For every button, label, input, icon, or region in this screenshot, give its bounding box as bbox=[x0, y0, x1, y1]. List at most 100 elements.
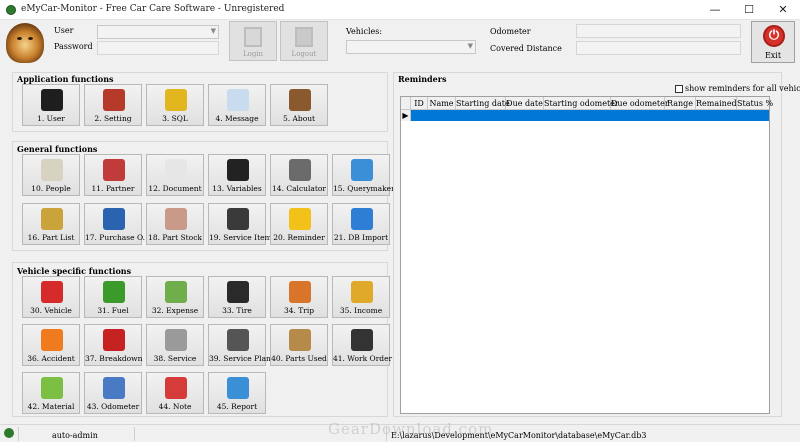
exit-button[interactable]: ⏻ Exit bbox=[751, 21, 795, 63]
column-header[interactable]: ID bbox=[411, 97, 428, 110]
group-title: General functions bbox=[17, 144, 98, 154]
column-header[interactable]: Due date bbox=[506, 97, 544, 110]
function-tile-tire[interactable]: 33. Tire bbox=[208, 276, 266, 318]
function-tile-envelope[interactable]: 4. Message bbox=[208, 84, 266, 126]
function-tile-user[interactable]: 1. User bbox=[22, 84, 80, 126]
fuel-pump-icon bbox=[103, 281, 125, 303]
calendar-note-icon bbox=[165, 377, 187, 399]
function-tile-price-tag[interactable]: 18. Part Stock bbox=[146, 203, 204, 245]
logout-label: Logout bbox=[291, 50, 317, 58]
tile-label: 35. Income bbox=[339, 306, 383, 315]
function-tile-fuel-pump[interactable]: 31. Fuel bbox=[84, 276, 142, 318]
tile-label: 41. Work Order bbox=[333, 354, 393, 363]
function-tile-money[interactable]: 32. Expense bbox=[146, 276, 204, 318]
gears-icon bbox=[165, 329, 187, 351]
close-button[interactable]: ✕ bbox=[766, 0, 800, 20]
ruler-pencil-icon bbox=[103, 377, 125, 399]
logout-icon bbox=[295, 27, 313, 47]
column-header[interactable]: Starting date bbox=[456, 97, 510, 110]
tile-label: 3. SQL bbox=[162, 114, 188, 123]
function-tile-terminal[interactable]: 13. Variables bbox=[208, 154, 266, 196]
tile-label: 36. Accident bbox=[27, 354, 75, 363]
tile-label: 12. Document bbox=[148, 184, 202, 193]
function-tile-shapes[interactable]: 15. Querymaker bbox=[332, 154, 395, 196]
password-field[interactable] bbox=[97, 41, 219, 55]
user-icon bbox=[41, 89, 63, 111]
tile-label: 42. Material bbox=[27, 402, 75, 411]
box-icon bbox=[41, 208, 63, 230]
tile-label: 38. Service bbox=[153, 354, 197, 363]
column-header[interactable]: Starting odometer bbox=[544, 97, 619, 110]
function-tile-traffic-cone[interactable]: 36. Accident bbox=[22, 324, 80, 366]
function-tile-pushpin[interactable]: 19. Service Item bbox=[208, 203, 272, 245]
selected-row-cells[interactable] bbox=[411, 110, 769, 121]
terminal-icon bbox=[227, 159, 249, 181]
logout-button[interactable]: Logout bbox=[280, 21, 328, 61]
function-tile-box[interactable]: 16. Part List bbox=[22, 203, 80, 245]
general-functions-group: General functions 10. People 11. Partner 1… bbox=[12, 141, 395, 251]
tire-icon bbox=[227, 281, 249, 303]
function-tile-pie-chart[interactable]: 45. Report bbox=[208, 372, 266, 414]
function-tile-clipboard[interactable]: 40. Parts Used bbox=[270, 324, 328, 366]
checkbox-label: show reminders for all vehicles bbox=[685, 84, 800, 93]
tile-label: 13. Variables bbox=[212, 184, 262, 193]
vehicles-combo[interactable]: ▼ bbox=[346, 40, 476, 54]
function-tile-storefront[interactable]: 11. Partner bbox=[84, 154, 142, 196]
reminders-grid[interactable]: ID Name Starting date Due date Starting … bbox=[400, 96, 773, 414]
login-button[interactable]: Login bbox=[229, 21, 277, 61]
watermark-logo: GearDownload.com bbox=[328, 420, 494, 438]
clipboard-icon bbox=[289, 329, 311, 351]
function-tile-warning[interactable]: 20. Reminder bbox=[270, 203, 328, 245]
table-row[interactable]: ▶ bbox=[401, 110, 769, 121]
function-tile-house[interactable]: 34. Trip bbox=[270, 276, 328, 318]
function-tile-flask[interactable]: 42. Material bbox=[22, 372, 80, 414]
function-tile-coins[interactable]: 35. Income bbox=[332, 276, 390, 318]
contact-card-icon bbox=[41, 159, 63, 181]
tools-icon bbox=[103, 89, 125, 111]
undo-arrow-icon bbox=[351, 208, 373, 230]
grid-corner bbox=[401, 97, 411, 110]
power-icon: ⏻ bbox=[763, 25, 785, 47]
function-tile-tools[interactable]: 2. Setting bbox=[84, 84, 142, 126]
user-combo[interactable]: ▼ bbox=[97, 25, 219, 39]
column-header[interactable]: Name bbox=[428, 97, 456, 110]
function-tile-lock[interactable]: 3. SQL bbox=[146, 84, 204, 126]
function-tile-contact-card[interactable]: 10. People bbox=[22, 154, 80, 196]
tile-label: 5. About bbox=[282, 114, 316, 123]
lion-logo bbox=[6, 23, 44, 63]
document-icon bbox=[165, 159, 187, 181]
function-tile-car[interactable]: 30. Vehicle bbox=[22, 276, 80, 318]
coins-icon bbox=[351, 281, 373, 303]
vehicles-label: Vehicles: bbox=[346, 27, 383, 36]
column-header[interactable]: Status % bbox=[737, 97, 773, 110]
tile-label: 4. Message bbox=[215, 114, 259, 123]
function-tile-document[interactable]: 12. Document bbox=[146, 154, 204, 196]
function-tile-calendar-24[interactable]: 39. Service Plan bbox=[208, 324, 271, 366]
column-header[interactable]: Range bbox=[665, 97, 696, 110]
odometer-value bbox=[576, 24, 741, 38]
row-indicator-icon: ▶ bbox=[401, 110, 411, 121]
price-tag-icon bbox=[165, 208, 187, 230]
function-tile-undo-arrow[interactable]: 21. DB Import bbox=[332, 203, 390, 245]
maximize-button[interactable]: ☐ bbox=[732, 0, 766, 20]
function-tile-calendar-note[interactable]: 44. Note bbox=[146, 372, 204, 414]
house-icon bbox=[289, 281, 311, 303]
minimize-button[interactable]: — bbox=[698, 0, 732, 20]
car-icon bbox=[41, 281, 63, 303]
function-tile-gears[interactable]: 38. Service bbox=[146, 324, 204, 366]
money-icon bbox=[165, 281, 187, 303]
column-header[interactable]: Remained bbox=[696, 97, 737, 110]
function-tile-list[interactable]: 41. Work Order bbox=[332, 324, 393, 366]
tile-label: 33. Tire bbox=[222, 306, 252, 315]
tile-label: 32. Expense bbox=[151, 306, 199, 315]
function-tile-no-entry[interactable]: 37. Breakdown bbox=[84, 324, 142, 366]
column-header[interactable]: Due odometer bbox=[611, 97, 669, 110]
function-tile-book[interactable]: 5. About bbox=[270, 84, 328, 126]
function-tile-basket[interactable]: 17. Purchase O. bbox=[84, 203, 145, 245]
checkbox-box[interactable] bbox=[675, 85, 683, 93]
tile-label: 11. Partner bbox=[91, 184, 135, 193]
function-tile-ruler-pencil[interactable]: 43. Odometer bbox=[84, 372, 142, 414]
list-icon bbox=[351, 329, 373, 351]
function-tile-calculator[interactable]: 14. Calculator bbox=[270, 154, 328, 196]
group-title: Vehicle specific functions bbox=[17, 266, 132, 276]
